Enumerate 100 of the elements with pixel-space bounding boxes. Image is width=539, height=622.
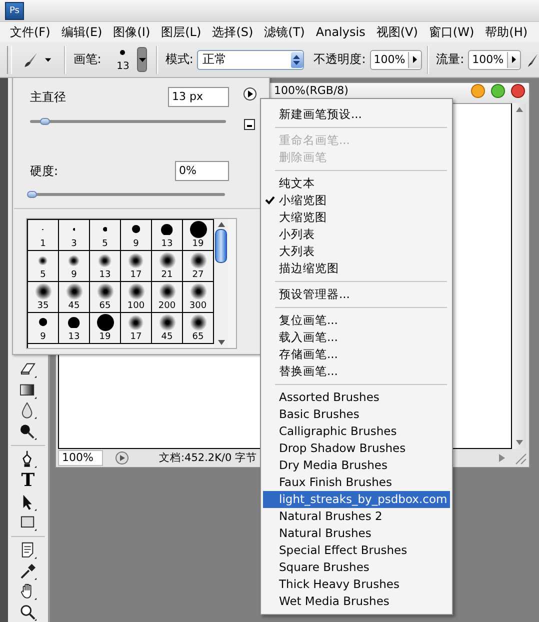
menu-item[interactable]: Analysis bbox=[310, 25, 370, 39]
menu-item[interactable]: 新建画笔预设... bbox=[263, 106, 450, 123]
slider-thumb[interactable] bbox=[27, 191, 37, 198]
play-arrow-icon[interactable] bbox=[413, 56, 418, 63]
menu-item[interactable]: Special Effect Brushes bbox=[263, 542, 450, 559]
menu-item[interactable]: Assorted Brushes bbox=[263, 389, 450, 406]
menu-item[interactable]: Basic Brushes bbox=[263, 406, 450, 423]
brush-preset[interactable]: 35 bbox=[28, 282, 59, 313]
scroll-up-icon[interactable] bbox=[218, 222, 224, 227]
brush-preset[interactable]: 13 bbox=[152, 220, 183, 251]
menu-item[interactable]: Dry Media Brushes bbox=[263, 457, 450, 474]
menu-item[interactable]: Calligraphic Brushes bbox=[263, 423, 450, 440]
menu-item[interactable]: Natural Brushes 2 bbox=[263, 508, 450, 525]
minimize-button[interactable] bbox=[471, 84, 485, 98]
hard-brush-tip-icon bbox=[96, 314, 114, 331]
menu-item[interactable]: 窗口(W) bbox=[422, 24, 480, 40]
menu-item[interactable]: 编辑(E) bbox=[55, 24, 108, 40]
brush-preset[interactable]: 300 bbox=[183, 282, 214, 313]
diameter-field[interactable]: 13 px bbox=[168, 87, 229, 107]
caret-icon[interactable] bbox=[45, 58, 52, 62]
new-preset-icon[interactable] bbox=[244, 119, 255, 130]
menu-item-label: Dry Media Brushes bbox=[279, 458, 388, 472]
menu-item-label: 小缩览图 bbox=[279, 193, 327, 207]
scroll-up-icon[interactable] bbox=[516, 107, 522, 112]
close-button[interactable] bbox=[511, 84, 525, 98]
menu-item[interactable]: 图层(L) bbox=[155, 24, 206, 40]
menu-item[interactable]: 滤镜(T) bbox=[258, 24, 310, 40]
brush-preset[interactable]: 5 bbox=[28, 251, 59, 282]
preset-scrollbar[interactable] bbox=[214, 219, 228, 348]
panel-menu-button[interactable] bbox=[243, 87, 257, 101]
brush-preset[interactable]: 5 bbox=[90, 220, 121, 251]
menu-item[interactable]: 图像(I) bbox=[107, 24, 156, 40]
menu-item[interactable]: Wet Media Brushes bbox=[263, 593, 450, 610]
menu-item[interactable]: 替换画笔... bbox=[263, 363, 450, 380]
hardness-slider[interactable] bbox=[29, 193, 225, 196]
slider-thumb[interactable] bbox=[40, 118, 50, 125]
menu-item[interactable]: light_streaks_by_psdbox.com bbox=[263, 491, 450, 508]
play-arrow-icon[interactable] bbox=[512, 56, 516, 63]
brush-preset[interactable]: 19 bbox=[183, 220, 214, 251]
soft-brush-tip-icon bbox=[96, 283, 114, 300]
brush-picker-button[interactable] bbox=[136, 47, 148, 72]
hardness-field[interactable]: 0% bbox=[175, 161, 229, 181]
brush-preset[interactable]: 45 bbox=[59, 282, 90, 313]
scrollbar-thumb[interactable] bbox=[215, 229, 227, 263]
menu-item[interactable]: 选择(S) bbox=[206, 24, 258, 40]
brush-preset[interactable]: 200 bbox=[152, 282, 183, 313]
opacity-field[interactable]: 100% bbox=[370, 50, 422, 70]
menu-item[interactable]: 纯文本 bbox=[263, 175, 450, 192]
menu-item[interactable]: 小列表 bbox=[263, 226, 450, 243]
brush-preset[interactable]: 9 bbox=[59, 251, 90, 282]
flow-field[interactable]: 100% bbox=[468, 50, 521, 70]
hand-icon[interactable] bbox=[18, 582, 38, 602]
brush-preset[interactable]: 19 bbox=[90, 313, 121, 344]
menu-item[interactable]: 帮助(H) bbox=[479, 24, 533, 40]
diameter-slider[interactable] bbox=[30, 120, 226, 123]
vertical-scrollbar[interactable] bbox=[512, 103, 526, 449]
brush-preset[interactable]: 65 bbox=[90, 282, 121, 313]
menu-item[interactable]: Drop Shadow Brushes bbox=[263, 440, 450, 457]
menu-item-label: Thick Heavy Brushes bbox=[279, 577, 400, 591]
menu-item[interactable]: 小缩览图 bbox=[263, 192, 450, 209]
brush-preset[interactable]: 100 bbox=[121, 282, 152, 313]
zoom-field[interactable]: 100% bbox=[58, 450, 103, 466]
menu-item[interactable]: 预设管理器... bbox=[263, 286, 450, 303]
soft-brush-tip-icon bbox=[128, 314, 144, 330]
brush-preset[interactable]: 13 bbox=[59, 313, 90, 344]
scroll-right-icon[interactable] bbox=[499, 454, 505, 462]
brush-preset[interactable]: 1 bbox=[28, 220, 59, 251]
brush-preset[interactable]: 17 bbox=[121, 251, 152, 282]
resize-grip-icon[interactable] bbox=[513, 451, 527, 465]
maximize-button[interactable] bbox=[491, 84, 505, 98]
brush-preset[interactable]: 27 bbox=[183, 251, 214, 282]
brush-preset[interactable]: 9 bbox=[28, 313, 59, 344]
brush-preset[interactable]: 9 bbox=[121, 220, 152, 251]
mode-select[interactable]: 正常 bbox=[197, 50, 304, 70]
menu-item[interactable]: 描边缩览图 bbox=[263, 260, 450, 277]
menu-item[interactable]: 存储画笔... bbox=[263, 346, 450, 363]
brush-preset[interactable]: 65 bbox=[183, 313, 214, 344]
menu-item[interactable]: 大列表 bbox=[263, 243, 450, 260]
scroll-down-icon[interactable] bbox=[218, 340, 224, 345]
menu-item[interactable]: 复位画笔... bbox=[263, 312, 450, 329]
type-tool[interactable]: T bbox=[18, 470, 38, 491]
brush-preset[interactable]: 3 bbox=[59, 220, 90, 251]
menu-item[interactable]: Square Brushes bbox=[263, 559, 450, 576]
menu-item[interactable]: Natural Brushes bbox=[263, 525, 450, 542]
menu-item[interactable]: 视图(V) bbox=[370, 24, 423, 40]
menu-item[interactable]: 大缩览图 bbox=[263, 209, 450, 226]
menu-item[interactable]: Thick Heavy Brushes bbox=[263, 576, 450, 593]
menu-item[interactable]: 文件(F) bbox=[4, 24, 56, 40]
brush-preset[interactable]: 13 bbox=[90, 251, 121, 282]
menu-item[interactable]: Faux Finish Brushes bbox=[263, 474, 450, 491]
magnifier-icon[interactable] bbox=[18, 603, 38, 622]
status-menu-icon[interactable] bbox=[115, 451, 129, 465]
scroll-down-icon[interactable] bbox=[516, 440, 522, 445]
menu-item[interactable]: 载入画笔... bbox=[263, 329, 450, 346]
brush-preset[interactable]: 21 bbox=[152, 251, 183, 282]
ball-handle-icon[interactable] bbox=[18, 422, 38, 441]
eyedropper-icon[interactable] bbox=[18, 562, 38, 580]
brush-preset[interactable]: 17 bbox=[121, 313, 152, 344]
menu-item-label: 新建画笔预设... bbox=[279, 107, 362, 121]
brush-preset[interactable]: 45 bbox=[152, 313, 183, 344]
